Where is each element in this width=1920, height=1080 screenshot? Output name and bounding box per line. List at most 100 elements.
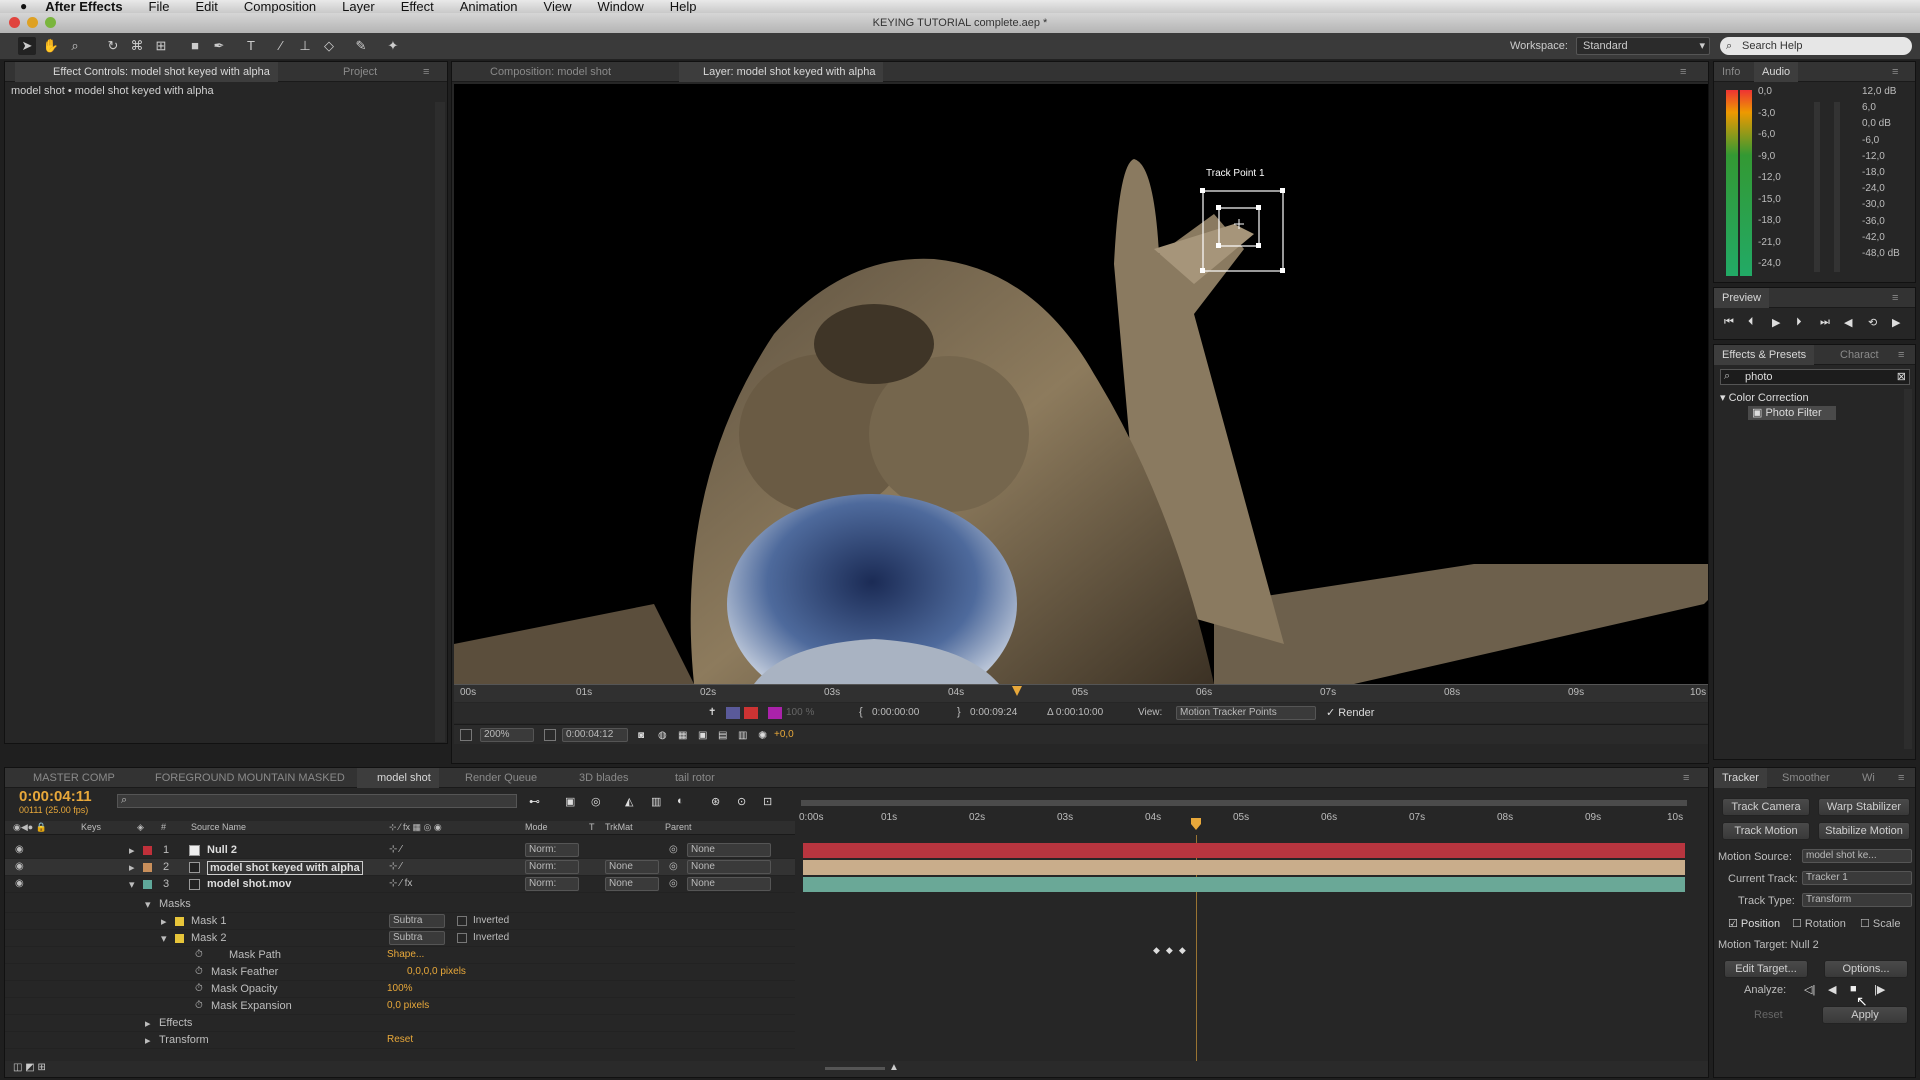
tab-tracker[interactable]: Tracker <box>1714 768 1767 788</box>
layer-label-color[interactable] <box>143 846 152 855</box>
safe-zones-icon[interactable] <box>544 729 556 741</box>
stabilize-motion-button[interactable]: Stabilize Motion <box>1818 822 1910 840</box>
layer-label-color[interactable] <box>143 880 152 889</box>
hand-tool-icon[interactable]: ✋ <box>42 37 60 55</box>
analyze-forward-all-icon[interactable]: |▶ <box>1874 983 1885 996</box>
audio-fader-right[interactable] <box>1834 102 1840 272</box>
visibility-eye-icon[interactable]: ◉ <box>15 878 24 889</box>
tab-project[interactable]: Project <box>335 62 385 82</box>
camera-snapshot-icon[interactable]: ◙ <box>638 730 644 741</box>
timeline-graph-icon[interactable]: ⊡ <box>763 795 772 808</box>
layer-row[interactable]: ◉ ▸ 1 Null 2 ⊹ ⁄ Norm: ◎ None <box>5 842 795 859</box>
layer-switches-icon[interactable]: ⊹ ⁄ fx <box>389 878 412 889</box>
menu-animation[interactable]: Animation <box>460 0 518 13</box>
always-preview-icon[interactable] <box>460 729 472 741</box>
clone-stamp-tool-icon[interactable]: ⊥ <box>296 37 314 55</box>
playhead-icon[interactable] <box>1191 818 1201 830</box>
in-point-icon[interactable]: { <box>859 706 863 718</box>
scale-checkbox[interactable]: ☐ Scale <box>1860 917 1900 930</box>
search-help-field[interactable]: ⌕ Search Help <box>1720 37 1912 55</box>
disclosure-closed-icon[interactable]: ▸ <box>129 844 135 857</box>
tab-info[interactable]: Info <box>1714 62 1748 82</box>
mask-1-mode-dropdown[interactable]: Subtra <box>389 914 445 928</box>
auto-keyframe-icon[interactable]: ⊙ <box>737 795 746 808</box>
options-button[interactable]: Options... <box>1824 960 1908 978</box>
ram-preview-icon[interactable]: ▶ <box>1892 316 1900 329</box>
layer-mode-dropdown[interactable]: Norm: <box>525 843 579 857</box>
effect-controls-scrollbar[interactable] <box>435 102 445 742</box>
disclosure-closed-icon[interactable]: ▾ <box>129 878 135 891</box>
disclosure-closed-icon[interactable]: ▸ <box>129 861 135 874</box>
menu-composition[interactable]: Composition <box>244 0 316 13</box>
menu-effect[interactable]: Effect <box>401 0 434 13</box>
zoom-window-button[interactable] <box>45 17 56 28</box>
tab-audio[interactable]: Audio <box>1754 62 1799 82</box>
layer-label-color[interactable] <box>143 863 152 872</box>
preview-panel-menu-icon[interactable]: ≡ <box>1884 288 1906 308</box>
tab-foreground-mountain-masked[interactable]: FOREGROUND MOUNTAIN MASKED <box>135 768 353 788</box>
app-menu[interactable]: After Effects <box>45 0 122 13</box>
timeline-search-field[interactable]: ⌕ <box>117 794 517 808</box>
edit-target-button[interactable]: Edit Target... <box>1724 960 1808 978</box>
effects-panel-menu-icon[interactable]: ≡ <box>1890 345 1912 365</box>
play-icon[interactable]: ▶ <box>1772 316 1780 329</box>
viewer-canvas[interactable] <box>454 84 1708 684</box>
pen-tool-icon[interactable]: ✒ <box>210 37 228 55</box>
position-checkbox[interactable]: ☑ Position <box>1728 917 1780 930</box>
transform-group-row[interactable]: ▸ Transform Reset <box>5 1032 795 1049</box>
tab-composition[interactable]: Composition: model shot <box>482 62 619 82</box>
brainstorm-icon[interactable]: ⊛ <box>711 795 720 808</box>
mask-property-row[interactable]: ⏱ Mask Path Shape... <box>5 947 795 964</box>
zoom-in-icon[interactable]: ▲ <box>889 1062 899 1073</box>
tab-3d-blades[interactable]: 3D blades <box>559 768 637 788</box>
channel-red-icon[interactable] <box>744 707 758 719</box>
alpha-channel-icon[interactable] <box>726 707 740 719</box>
tab-effects-presets[interactable]: Effects & Presets <box>1714 345 1815 365</box>
layer-trkmat-dropdown[interactable]: None <box>605 877 659 891</box>
graph-editor-icon[interactable]: ◐ <box>677 795 684 807</box>
reset-button[interactable]: Reset <box>1754 1009 1783 1021</box>
snapshot-icon[interactable]: ✝ <box>708 707 720 719</box>
mask-property-row[interactable]: ⏱ Mask Feather 0,0,0,0 pixels <box>5 964 795 981</box>
pick-whip-icon[interactable]: ◎ <box>669 844 678 855</box>
show-channel-icon[interactable]: ◍ <box>658 730 667 741</box>
mask-property-row[interactable]: ⏱ Mask Expansion 0,0 pixels <box>5 998 795 1015</box>
layer-name[interactable]: Null 2 <box>207 844 237 856</box>
mask-1-inverted-checkbox[interactable] <box>457 916 467 926</box>
frame-blending-icon[interactable]: ◭ <box>625 795 633 808</box>
menu-layer[interactable]: Layer <box>342 0 375 13</box>
effect-item-photo-filter[interactable]: ▣ Photo Filter <box>1748 406 1836 420</box>
rotation-checkbox[interactable]: ☐ Rotation <box>1792 917 1846 930</box>
puppet-tool-icon[interactable]: ✦ <box>384 37 402 55</box>
minimize-window-button[interactable] <box>27 17 38 28</box>
audio-toggle-icon[interactable]: ◀ <box>1844 316 1852 329</box>
pick-whip-icon[interactable]: ◎ <box>669 861 678 872</box>
exposure-icon[interactable]: ✺ <box>758 729 767 742</box>
audio-fader-left[interactable] <box>1814 102 1820 272</box>
first-frame-icon[interactable]: ⏮ <box>1724 316 1734 329</box>
stopwatch-icon[interactable]: ⏱ <box>195 1000 203 1011</box>
roto-brush-tool-icon[interactable]: ✎ <box>352 37 370 55</box>
motion-blur-icon[interactable]: ▥ <box>651 795 661 808</box>
layer-mode-dropdown[interactable]: Norm: <box>525 860 579 874</box>
region-of-interest-icon[interactable]: ▣ <box>698 730 707 741</box>
audio-panel-menu-icon[interactable]: ≡ <box>1884 62 1906 82</box>
exposure-value[interactable]: +0,0 <box>774 729 794 740</box>
motion-source-dropdown[interactable]: model shot ke... <box>1802 849 1912 863</box>
in-point-value[interactable]: 0:00:00:00 <box>872 707 919 718</box>
warp-stabilizer-button[interactable]: Warp Stabilizer <box>1818 798 1910 816</box>
stopwatch-icon[interactable]: ⏱ <box>195 966 203 977</box>
track-type-dropdown[interactable]: Transform <box>1802 893 1912 907</box>
selection-tool-icon[interactable]: ➤ <box>18 37 36 55</box>
zoom-dropdown[interactable]: 200% <box>480 728 534 742</box>
visibility-eye-icon[interactable]: ◉ <box>15 844 24 855</box>
transparency-grid-icon[interactable]: ▤ <box>718 730 727 741</box>
tracker-panel-menu-icon[interactable]: ≡ <box>1890 768 1912 788</box>
mask-property-value[interactable]: 0,0 pixels <box>387 1000 429 1011</box>
grid-icon[interactable]: ▦ <box>678 730 687 741</box>
tab-effect-controls[interactable]: Effect Controls: model shot keyed with a… <box>15 62 278 82</box>
rectangle-mask-tool-icon[interactable]: ■ <box>186 37 204 55</box>
timeline-panel-menu-icon[interactable]: ≡ <box>1675 768 1697 788</box>
brush-tool-icon[interactable]: ∕ <box>272 37 290 55</box>
clear-search-icon[interactable]: ⊠ <box>1897 370 1906 383</box>
